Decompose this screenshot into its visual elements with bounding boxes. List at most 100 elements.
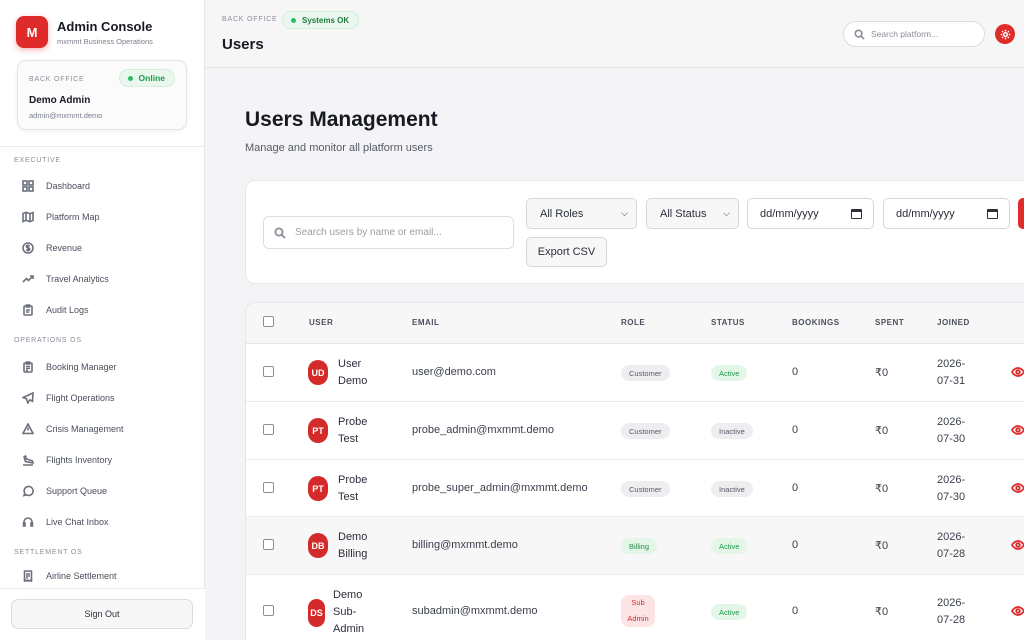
user-name: Demo Sub-Admin (333, 589, 365, 635)
status-badge: Active (711, 604, 748, 620)
date-to-value: dd/mm/yyyy (896, 207, 955, 220)
avatar: UD (308, 360, 328, 385)
sidebar-item-flights-inventory[interactable]: Flights Inventory (14, 448, 194, 472)
sidebar-item-audit-logs[interactable]: Audit Logs (14, 298, 194, 322)
status-dot-icon (127, 75, 133, 81)
sidebar-item-label: Airline Settlement (46, 571, 117, 581)
table-header: USER EMAIL ROLE STATUS BOOKINGS SPENT JO… (246, 303, 1024, 344)
user-email: probe_admin@mxmmt.demo (412, 424, 554, 436)
sidebar-item-revenue[interactable]: Revenue (14, 236, 194, 260)
sidebar-item-support-queue[interactable]: Support Queue (14, 479, 194, 503)
sidebar-item-travel-analytics[interactable]: Travel Analytics (14, 267, 194, 291)
export-csv-button[interactable]: Export CSV (526, 237, 607, 267)
message-circle-icon (22, 485, 34, 497)
sidebar-item-label: Dashboard (46, 181, 91, 191)
sidebar-item-flight-operations[interactable]: Flight Operations (14, 386, 194, 410)
column-header-user: USER (309, 318, 334, 327)
user-search[interactable] (263, 216, 514, 249)
row-checkbox[interactable] (263, 482, 274, 493)
brand-logo: M (16, 16, 48, 48)
row-checkbox[interactable] (263, 539, 274, 550)
table-row[interactable]: DB Demo Billing billing@mxmmt.demo Billi… (246, 517, 1024, 575)
profile-label: BACK OFFICE (29, 76, 85, 83)
eye-icon[interactable] (1011, 365, 1024, 379)
sidebar-item-label: Revenue (46, 243, 83, 253)
user-email: user@demo.com (412, 366, 496, 378)
bookings-count: 0 (792, 482, 799, 494)
status-badge: Inactive (711, 423, 753, 439)
filter-card: All Roles ⌵ All Status ⌵ dd/mm/yyyy dd/mm/… (245, 180, 1024, 284)
online-status-badge: Online (118, 69, 175, 87)
brand-subtitle: mxmmt Business Operations (57, 36, 153, 46)
calendar-icon[interactable] (851, 208, 862, 219)
table-row[interactable]: PT Probe Test probe_super_admin@mxmmt.de… (246, 460, 1024, 517)
table-row[interactable]: DS Demo Sub-Admin subadmin@mxmmt.demo Su… (246, 575, 1024, 640)
sun-icon (1000, 29, 1010, 39)
avatar: PT (308, 476, 328, 501)
red-action-button[interactable] (1018, 198, 1024, 229)
nav-divider (0, 146, 205, 147)
sidebar-item-platform-map[interactable]: Platform Map (14, 205, 194, 229)
search-icon (854, 28, 865, 40)
topbar-label: BACK OFFICE (222, 16, 278, 23)
joined-date: 2026-07-28 (937, 597, 966, 626)
eye-icon[interactable] (1011, 481, 1024, 495)
user-email: subadmin@mxmmt.demo (412, 605, 538, 617)
sidebar-item-label: Support Queue (46, 486, 108, 496)
user-email: billing@mxmmt.demo (412, 539, 518, 551)
select-all-checkbox[interactable] (263, 316, 274, 327)
joined-date: 2026-07-28 (937, 531, 966, 560)
amount-spent: ₹0 (875, 540, 889, 552)
search-icon (274, 227, 286, 239)
column-header-bookings: BOOKINGS (792, 318, 840, 327)
dollar-icon (22, 242, 34, 254)
eye-icon[interactable] (1011, 604, 1024, 618)
user-avatar[interactable] (995, 24, 1015, 44)
user-name: Probe Test (338, 474, 368, 503)
platform-search[interactable] (843, 21, 985, 47)
eye-icon[interactable] (1011, 423, 1024, 437)
role-badge: Billing (621, 538, 658, 554)
sidebar-item-label: Crisis Management (46, 424, 124, 434)
role-badge: Sub Admin (621, 595, 655, 627)
date-from-value: dd/mm/yyyy (760, 207, 819, 220)
sign-out-button[interactable]: Sign Out (11, 599, 193, 629)
date-to-input[interactable]: dd/mm/yyyy (883, 198, 1010, 229)
date-from-input[interactable]: dd/mm/yyyy (747, 198, 874, 229)
chevron-down-icon: ⌵ (621, 208, 628, 218)
row-checkbox[interactable] (263, 424, 274, 435)
sidebar-item-dashboard[interactable]: Dashboard (14, 174, 194, 198)
user-name: Probe Test (338, 416, 368, 445)
avatar: DS (308, 599, 325, 627)
bookings-count: 0 (792, 424, 799, 436)
avatar: DB (308, 533, 328, 558)
status-badge: Active (711, 365, 748, 381)
map-icon (22, 211, 34, 223)
sidebar-item-airline-settlement[interactable]: Airline Settlement (14, 566, 194, 586)
platform-search-input[interactable] (871, 29, 971, 39)
clipboard-icon (23, 304, 33, 316)
profile-card: BACK OFFICE Online Demo Admin admin@mxmm… (17, 60, 187, 130)
sidebar-item-live-chat-inbox[interactable]: Live Chat Inbox (14, 510, 194, 534)
eye-icon[interactable] (1011, 538, 1024, 552)
systems-status-badge: Systems OK (282, 11, 360, 29)
user-name: User Demo (338, 358, 368, 387)
role-filter-select[interactable]: All Roles ⌵ (526, 198, 637, 229)
topbar: BACK OFFICE Systems OK Users (205, 0, 1024, 68)
page-subtitle: Manage and monitor all platform users (245, 142, 433, 154)
trending-up-icon (22, 275, 34, 283)
status-filter-select[interactable]: All Status ⌵ (646, 198, 739, 229)
calendar-icon[interactable] (987, 208, 998, 219)
sidebar: M Admin Console mxmmt Business Operation… (0, 0, 205, 640)
row-checkbox[interactable] (263, 366, 274, 377)
sidebar-item-crisis-management[interactable]: Crisis Management (14, 417, 194, 441)
table-row[interactable]: PT Probe Test probe_admin@mxmmt.demo Cus… (246, 402, 1024, 460)
table-row[interactable]: UD User Demo user@demo.com Customer Acti… (246, 344, 1024, 402)
user-search-input[interactable] (295, 227, 505, 238)
bookings-count: 0 (792, 366, 799, 378)
column-header-role: ROLE (621, 318, 646, 327)
sidebar-item-booking-manager[interactable]: Booking Manager (14, 355, 194, 379)
joined-date: 2026-07-30 (937, 474, 966, 503)
nav-section-settlement: SETTLEMENT OS (14, 549, 83, 556)
row-checkbox[interactable] (263, 605, 274, 616)
